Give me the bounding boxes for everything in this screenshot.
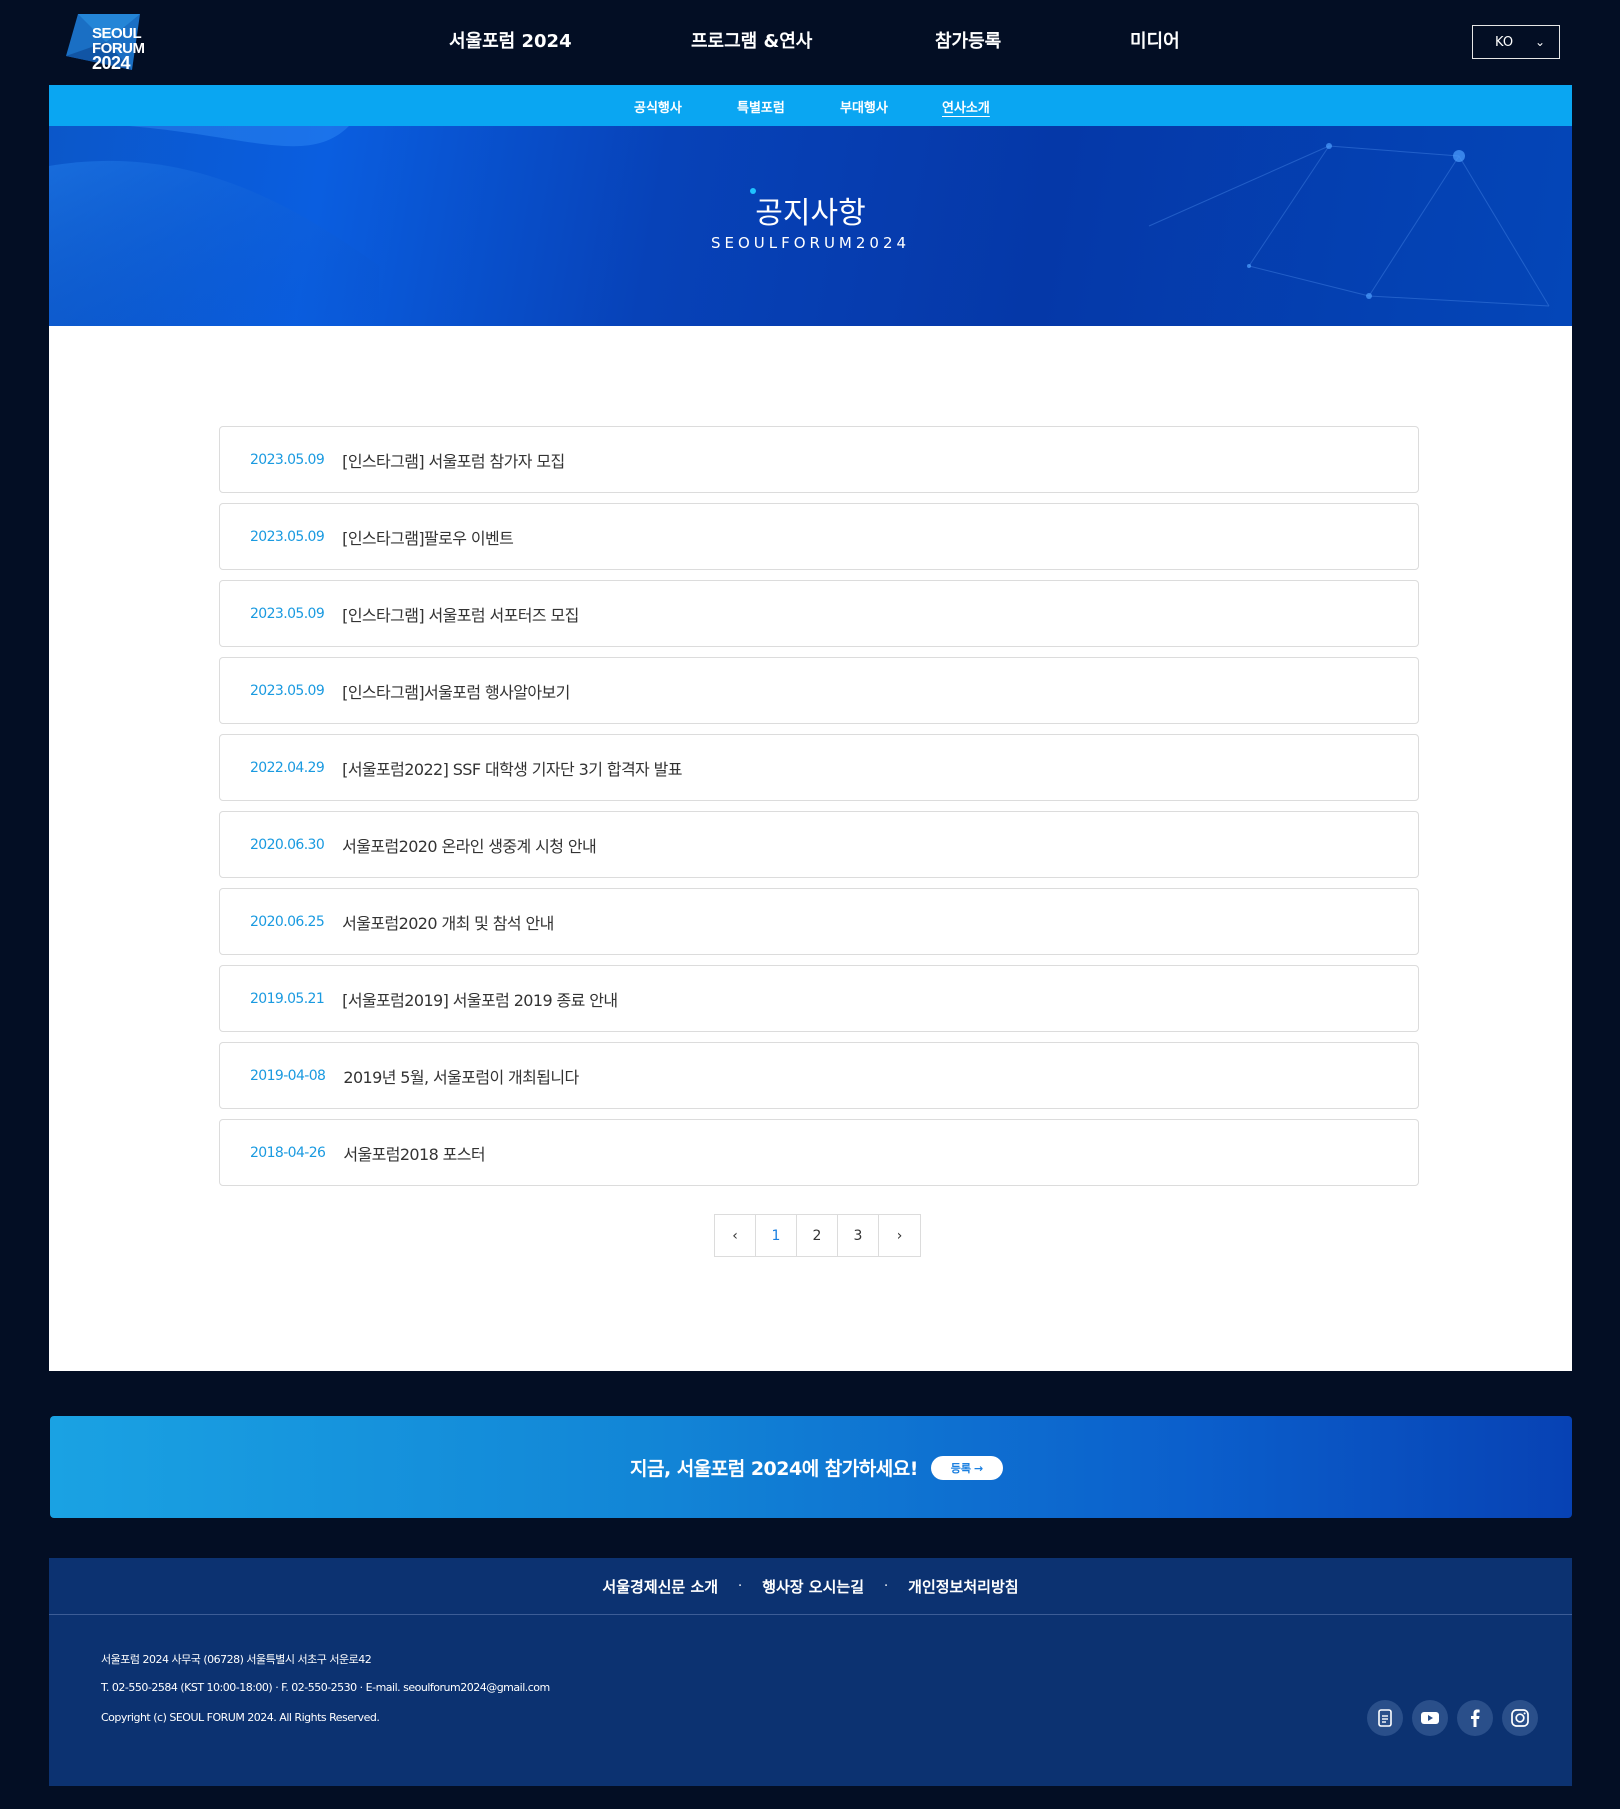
notice-title[interactable]: 서울포럼2018 포스터 (343, 1141, 485, 1165)
notice-date: 2018-04-26 (250, 1144, 326, 1161)
notice-title[interactable]: [인스타그램]서울포럼 행사알아보기 (342, 679, 570, 703)
subnav-item-speakers[interactable]: 연사소개 (942, 97, 990, 116)
notice-title[interactable]: [인스타그램] 서울포럼 참가자 모집 (342, 448, 565, 472)
notice-date: 2023.05.09 (250, 528, 325, 545)
notice-date: 2020.06.30 (250, 836, 325, 853)
notice-title[interactable]: [인스타그램]팔로우 이벤트 (342, 525, 514, 549)
instagram-icon[interactable] (1502, 1700, 1538, 1736)
notice-item[interactable]: 2023.05.09 [인스타그램] 서울포럼 서포터즈 모집 (219, 580, 1419, 647)
notice-date: 2023.05.09 (250, 451, 325, 468)
notice-item[interactable]: 2020.06.30 서울포럼2020 온라인 생중계 시청 안내 (219, 811, 1419, 878)
footer-link-about[interactable]: 서울경제신문 소개 (602, 1576, 718, 1597)
footer-link-privacy[interactable]: 개인정보처리방침 (908, 1576, 1018, 1597)
subnav-item-side-events[interactable]: 부대행사 (840, 97, 888, 116)
footer-address: 서울포럼 2024 사무국 (06728) 서울특별시 서초구 서운로42 (101, 1653, 372, 1666)
pagination-page-2[interactable]: 2 (797, 1215, 838, 1256)
page-hero: 공지사항 SEOULFORUM2024 (49, 126, 1572, 326)
subnav-item-official[interactable]: 공식행사 (634, 97, 682, 116)
notice-date: 2022.04.29 (250, 759, 325, 776)
footer-links: 서울경제신문 소개 · 행사장 오시는길 · 개인정보처리방침 (49, 1558, 1572, 1615)
notice-item[interactable]: 2023.05.09 [인스타그램]팔로우 이벤트 (219, 503, 1419, 570)
subnav-item-special[interactable]: 특별포럼 (737, 97, 785, 116)
notice-date: 2019-04-08 (250, 1067, 326, 1084)
notice-list: 2023.05.09 [인스타그램] 서울포럼 참가자 모집 2023.05.0… (219, 426, 1419, 1196)
notice-date: 2020.06.25 (250, 913, 325, 930)
footer-separator: · (738, 1578, 743, 1594)
blog-icon[interactable] (1367, 1700, 1403, 1736)
notice-title[interactable]: 서울포럼2020 개최 및 참석 안내 (342, 910, 554, 934)
register-button[interactable]: 등록 → (931, 1456, 1003, 1480)
pagination: ‹ 1 2 3 › (714, 1214, 921, 1257)
nav-item-media[interactable]: 미디어 (1130, 27, 1180, 53)
notice-date: 2019.05.21 (250, 990, 325, 1007)
social-links (1367, 1700, 1538, 1736)
chevron-down-icon: ⌄ (1534, 35, 1545, 49)
facebook-icon[interactable] (1457, 1700, 1493, 1736)
youtube-icon[interactable] (1412, 1700, 1448, 1736)
main-nav: 서울포럼 2024 프로그램 &연사 참가등록 미디어 (0, 27, 1620, 57)
notice-item[interactable]: 2019.05.21 [서울포럼2019] 서울포럼 2019 종료 안내 (219, 965, 1419, 1032)
nav-item-seoulforum[interactable]: 서울포럼 2024 (449, 27, 572, 53)
arrow-right-icon: → (974, 1461, 984, 1475)
pagination-page-3[interactable]: 3 (838, 1215, 879, 1256)
notice-item[interactable]: 2019-04-08 2019년 5월, 서울포럼이 개최됩니다 (219, 1042, 1419, 1109)
language-select[interactable]: KO ⌄ (1472, 25, 1560, 59)
notice-item[interactable]: 2018-04-26 서울포럼2018 포스터 (219, 1119, 1419, 1186)
cta-text: 지금, 서울포럼 2024에 참가하세요! (630, 1458, 918, 1480)
footer-copyright: Copyright (c) SEOUL FORUM 2024. All Righ… (101, 1711, 380, 1724)
notice-date: 2023.05.09 (250, 682, 325, 699)
site-footer: 서울경제신문 소개 · 행사장 오시는길 · 개인정보처리방침 서울포럼 202… (49, 1558, 1572, 1786)
registration-cta-banner: 지금, 서울포럼 2024에 참가하세요! 등록 → (50, 1416, 1572, 1518)
notice-item[interactable]: 2022.04.29 [서울포럼2022] SSF 대학생 기자단 3기 합격자… (219, 734, 1419, 801)
notice-item[interactable]: 2020.06.25 서울포럼2020 개최 및 참석 안내 (219, 888, 1419, 955)
top-header: SEOUL FORUM 2024 서울포럼 2024 프로그램 &연사 참가등록… (0, 0, 1620, 85)
nav-item-program[interactable]: 프로그램 &연사 (691, 27, 812, 53)
notice-content: 2023.05.09 [인스타그램] 서울포럼 참가자 모집 2023.05.0… (49, 326, 1572, 1371)
footer-link-directions[interactable]: 행사장 오시는길 (762, 1576, 864, 1597)
pagination-prev-button[interactable]: ‹ (715, 1215, 756, 1256)
language-value: KO (1495, 34, 1514, 50)
notice-title[interactable]: [인스타그램] 서울포럼 서포터즈 모집 (342, 602, 579, 626)
notice-title[interactable]: 2019년 5월, 서울포럼이 개최됩니다 (343, 1064, 579, 1088)
page-subtitle: SEOULFORUM2024 (710, 234, 911, 252)
notice-date: 2023.05.09 (250, 605, 325, 622)
notice-title[interactable]: [서울포럼2022] SSF 대학생 기자단 3기 합격자 발표 (342, 756, 682, 780)
pagination-next-button[interactable]: › (879, 1215, 920, 1256)
nav-item-registration[interactable]: 참가등록 (935, 27, 1001, 53)
footer-info: 서울포럼 2024 사무국 (06728) 서울특별시 서초구 서운로42 T.… (101, 1651, 550, 1741)
pagination-page-1[interactable]: 1 (756, 1215, 797, 1256)
notice-item[interactable]: 2023.05.09 [인스타그램] 서울포럼 참가자 모집 (219, 426, 1419, 493)
register-button-label: 등록 (950, 1462, 972, 1475)
page-title: 공지사항 (755, 196, 866, 231)
notice-title[interactable]: [서울포럼2019] 서울포럼 2019 종료 안내 (342, 987, 618, 1011)
footer-separator: · (884, 1578, 889, 1594)
footer-contact: T. 02-550-2584 (KST 10:00-18:00) · F. 02… (101, 1681, 550, 1694)
notice-item[interactable]: 2023.05.09 [인스타그램]서울포럼 행사알아보기 (219, 657, 1419, 724)
notice-title[interactable]: 서울포럼2020 온라인 생중계 시청 안내 (342, 833, 597, 857)
sub-nav: 공식행사 특별포럼 부대행사 연사소개 (49, 85, 1572, 126)
